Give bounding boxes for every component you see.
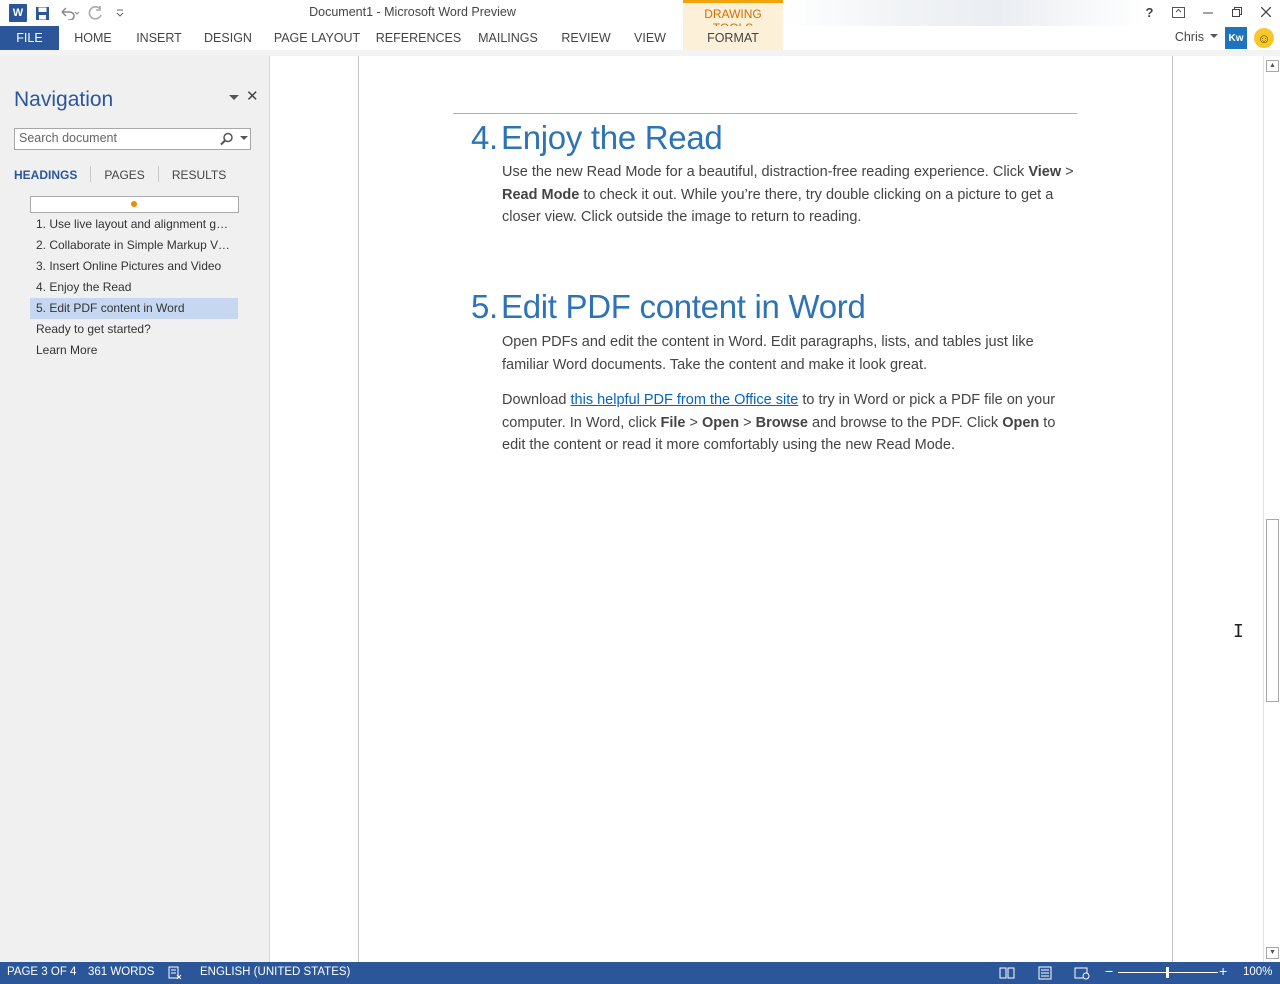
tab-headings[interactable]: HEADINGS [14, 166, 77, 184]
close-pane-icon[interactable]: ✕ [246, 87, 259, 105]
tab-insert[interactable]: INSERT [130, 26, 188, 50]
close-icon [1260, 7, 1271, 17]
user-account[interactable]: Chris [1175, 30, 1218, 44]
zoom-in-icon[interactable]: + [1219, 963, 1227, 979]
help-button[interactable]: ? [1135, 0, 1164, 24]
text-run: Use the new Read Mode for a beautiful, d… [502, 164, 1029, 180]
title-bar: W Document1 - Microsoft Word Preview DRA… [0, 0, 1280, 52]
page-left-edge [358, 56, 359, 962]
nav-heading-item[interactable]: 3. Insert Online Pictures and Video [30, 256, 238, 277]
text-run: to check it out. While you’re there, try… [502, 186, 1054, 226]
navigation-title: Navigation [14, 88, 114, 111]
bold-run: Open [702, 414, 740, 431]
nav-heading-item[interactable]: Learn More [30, 340, 238, 361]
headings-list: 1. Use live layout and alignment gui... … [30, 214, 238, 361]
drawing-tools-label: DRAWING TOOLS [683, 0, 783, 35]
nav-heading-item[interactable]: Ready to get started? [30, 319, 238, 340]
cursor-dot-icon [131, 201, 137, 207]
heading-enjoy-the-read[interactable]: 4. Enjoy the Read [471, 119, 771, 159]
tab-results[interactable]: RESULTS [172, 166, 226, 184]
search-icon[interactable] [220, 132, 234, 146]
page-right-edge [1172, 56, 1173, 962]
office-site-link[interactable]: this helpful PDF from the Office site [571, 392, 799, 408]
nav-heading-item[interactable]: 2. Collaborate in Simple Markup View [30, 235, 238, 256]
tab-file[interactable]: FILE [0, 26, 59, 50]
page-count[interactable]: PAGE 3 OF 4 [7, 966, 76, 978]
chevron-down-icon [1210, 34, 1218, 38]
ibeam-cursor-icon: I [1233, 621, 1244, 642]
navigation-tabs: HEADINGS PAGES RESULTS [14, 166, 226, 184]
restore-icon [1231, 7, 1242, 17]
tab-pages[interactable]: PAGES [104, 166, 144, 184]
vertical-scrollbar[interactable]: ▲ ▼ [1263, 56, 1280, 962]
tab-design[interactable]: DESIGN [199, 26, 257, 50]
help-icon: ? [1145, 4, 1154, 20]
tab-home[interactable]: HOME [64, 26, 122, 50]
tab-format[interactable]: FORMAT [683, 26, 783, 50]
nav-heading-item[interactable]: 1. Use live layout and alignment gui... [30, 214, 238, 235]
send-feedback-smiley-icon[interactable]: ☺ [1254, 28, 1274, 48]
window-controls: ? [1135, 0, 1280, 24]
status-bar: PAGE 3 OF 4 361 WORDS ENGLISH (UNITED ST… [0, 962, 1280, 984]
tab-view[interactable]: VIEW [626, 26, 674, 50]
tab-page-layout[interactable]: PAGE LAYOUT [270, 26, 364, 50]
word-count[interactable]: 361 WORDS [88, 966, 154, 978]
bold-run: Open [1002, 414, 1040, 431]
heading-rule [453, 113, 1077, 114]
divider [157, 166, 159, 182]
tab-review[interactable]: REVIEW [556, 26, 616, 50]
paragraph-download-pdf[interactable]: Download this helpful PDF from the Offic… [502, 389, 1080, 457]
scroll-thumb[interactable] [1266, 519, 1279, 702]
text-run: Download [502, 392, 571, 408]
minimize-button[interactable] [1193, 0, 1222, 24]
close-button[interactable] [1251, 0, 1280, 24]
nav-heading-item-selected[interactable]: 5. Edit PDF content in Word [30, 298, 238, 319]
search-options-chevron-icon[interactable] [240, 136, 248, 142]
paragraph-read-mode[interactable]: Use the new Read Mode for a beautiful, d… [502, 161, 1080, 229]
zoom-slider-thumb[interactable] [1166, 967, 1169, 978]
print-layout-icon[interactable] [1037, 965, 1053, 981]
bold-run: Read Mode [502, 186, 580, 203]
bold-run: Browse [755, 414, 808, 431]
user-name: Chris [1174, 30, 1204, 44]
heading-edit-pdf[interactable]: 5. Edit PDF content in Word [471, 288, 891, 328]
ribbon-display-icon [1172, 6, 1185, 18]
insertion-point-indicator [30, 196, 239, 213]
web-layout-icon[interactable] [1074, 965, 1090, 981]
ribbon-display-options-button[interactable] [1164, 0, 1193, 24]
text-run: > [685, 414, 702, 431]
bold-run: File [660, 414, 686, 431]
restore-button[interactable] [1222, 0, 1251, 24]
tab-references[interactable]: REFERENCES [375, 26, 462, 50]
zoom-out-icon[interactable]: − [1105, 963, 1113, 979]
language-indicator[interactable]: ENGLISH (UNITED STATES) [200, 966, 350, 978]
heading-text: Enjoy the Read [501, 119, 723, 156]
scroll-up-arrow-icon[interactable]: ▲ [1266, 60, 1279, 72]
tab-mailings[interactable]: MAILINGS [472, 26, 544, 50]
text-run: > [1061, 164, 1074, 180]
heading-number: 4. [471, 119, 498, 156]
bold-run: View [1028, 164, 1062, 180]
read-mode-icon[interactable] [999, 965, 1015, 981]
proofing-icon[interactable] [167, 965, 183, 981]
search-input[interactable]: Search document [14, 128, 251, 150]
navigation-pane: Navigation ✕ Search document HEADINGS PA… [0, 56, 270, 962]
heading-number: 5. [471, 288, 498, 325]
paragraph-open-pdfs[interactable]: Open PDFs and edit the content in Word. … [502, 331, 1080, 376]
scroll-down-arrow-icon[interactable]: ▼ [1266, 947, 1279, 959]
text-run: > [739, 414, 756, 431]
pane-options-icon[interactable] [229, 93, 239, 103]
ribbon-tabs: FILE HOME INSERT DESIGN PAGE LAYOUT REFE… [0, 26, 1280, 50]
divider [90, 166, 92, 182]
heading-text: Edit PDF content in Word [501, 288, 866, 325]
nav-heading-item[interactable]: 4. Enjoy the Read [30, 277, 238, 298]
zoom-level[interactable]: 100% [1243, 966, 1272, 978]
minimize-icon [1202, 12, 1213, 14]
user-avatar[interactable]: Kw [1225, 27, 1247, 49]
text-run: and browse to the PDF. Click [807, 414, 1003, 431]
